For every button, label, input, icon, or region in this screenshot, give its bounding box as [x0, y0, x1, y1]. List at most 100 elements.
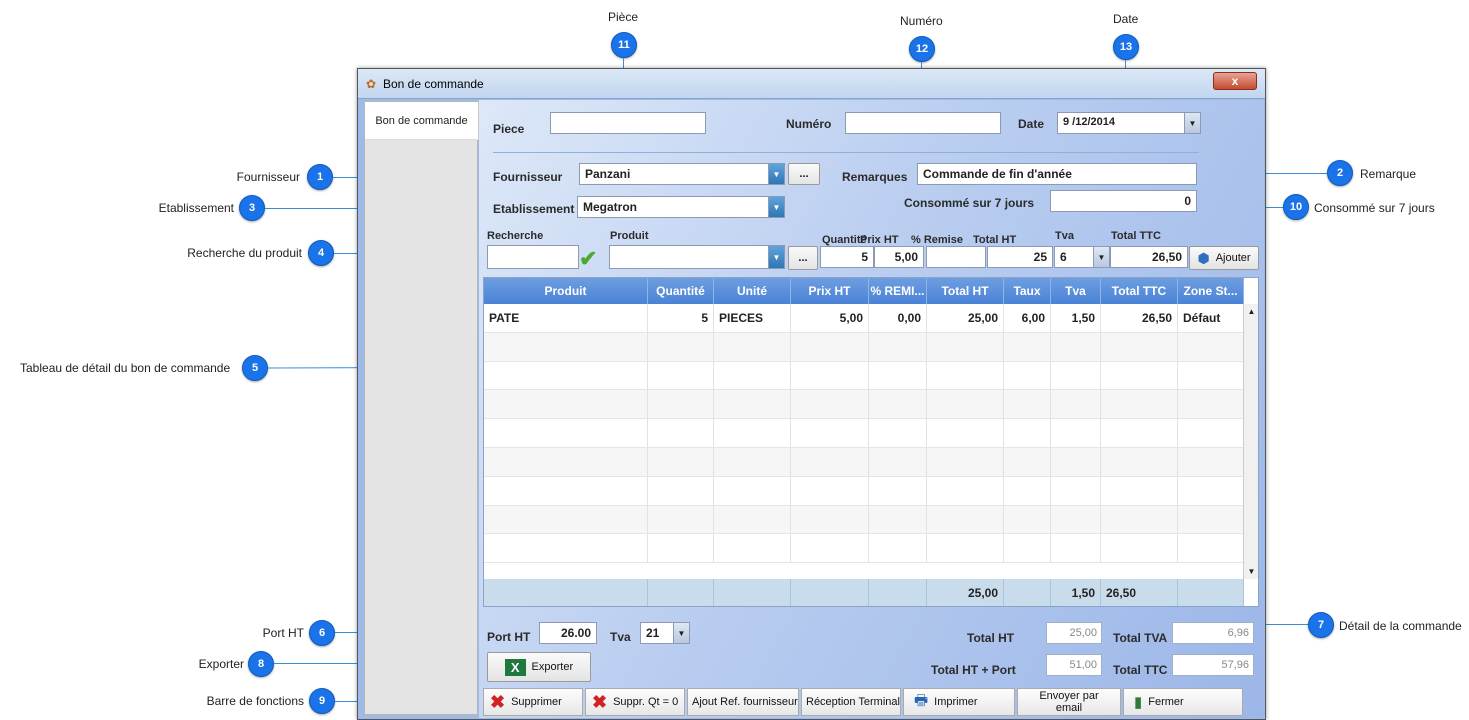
piece-field[interactable]	[550, 112, 706, 134]
column-header[interactable]: Prix HT	[791, 278, 869, 304]
recherche-label: Recherche	[487, 230, 544, 242]
quantite-field[interactable]: 5	[820, 246, 874, 268]
remise-field[interactable]	[926, 246, 986, 268]
etablissement-combo[interactable]: Megatron	[577, 196, 785, 218]
table-cell	[927, 361, 1004, 390]
table-row[interactable]	[484, 534, 1244, 564]
table-cell	[1101, 332, 1178, 361]
table-row[interactable]	[484, 332, 1244, 362]
tab-bon-de-commande[interactable]: Bon de commande	[365, 102, 479, 140]
produit-dropdown-icon[interactable]: ▼	[768, 246, 784, 268]
annotation-label-remarque: Remarque	[1360, 167, 1417, 181]
tva-entry-value: 6	[1060, 250, 1067, 264]
table-cell	[714, 361, 791, 390]
annotation-label-recherche: Recherche du produit	[187, 246, 302, 260]
recherche-field[interactable]	[487, 245, 579, 269]
close-button[interactable]: x	[1213, 72, 1257, 90]
tva-dropdown-icon[interactable]: ▼	[1093, 247, 1109, 267]
table-row[interactable]	[484, 505, 1244, 535]
exporter-button[interactable]: X Exporter	[487, 652, 591, 682]
table-row[interactable]	[484, 476, 1244, 506]
detail-grid[interactable]: Produit Quantité Unité Prix HT% REMI... Tota…	[483, 277, 1259, 607]
date-picker[interactable]: 9 /12/2014	[1057, 112, 1201, 134]
table-cell	[1178, 505, 1244, 534]
scroll-down-icon[interactable]: ▼	[1244, 564, 1258, 579]
footer-cell	[791, 579, 869, 606]
table-cell	[714, 505, 791, 534]
envoyer-button[interactable]: Envoyer par email	[1017, 688, 1121, 716]
consomme-field[interactable]: 0	[1050, 190, 1197, 212]
fermer-button[interactable]: ▮ Fermer	[1123, 688, 1243, 716]
total-ht-port-field: 51,00	[1046, 654, 1102, 676]
reception-button[interactable]: Réception Terminal	[801, 688, 901, 716]
consomme-label: Consommé sur 7 jours	[904, 196, 1035, 210]
produit-browse-button[interactable]: ...	[788, 246, 818, 270]
fournisseur-browse-button[interactable]: ...	[788, 163, 820, 185]
column-header[interactable]: Total TTC	[1101, 278, 1178, 304]
annotation-badge-8: 8	[248, 651, 274, 677]
table-row[interactable]	[484, 361, 1244, 391]
delete-zero-icon: ✖	[592, 692, 608, 712]
totalht-entry-field[interactable]: 25	[987, 246, 1053, 268]
column-header[interactable]: % REMI...	[869, 278, 927, 304]
scroll-up-icon[interactable]: ▲	[1244, 304, 1258, 319]
table-cell	[1101, 390, 1178, 419]
table-cell: PIECES	[714, 304, 791, 332]
numero-field[interactable]	[845, 112, 1001, 134]
annotation-label-consomme: Consommé sur 7 jours	[1314, 201, 1435, 215]
date-dropdown-icon[interactable]: ▼	[1184, 113, 1200, 133]
table-cell: 0,00	[869, 304, 927, 332]
table-cell	[484, 505, 648, 534]
column-header[interactable]: Total HT	[927, 278, 1004, 304]
table-row[interactable]	[484, 419, 1244, 448]
annotation-badge-13: 13	[1113, 34, 1139, 60]
excel-icon: X	[504, 658, 526, 676]
grid-scrollbar[interactable]: ▲ ▼	[1243, 304, 1258, 579]
footer-cell	[648, 579, 714, 606]
table-cell	[927, 534, 1004, 563]
table-cell	[1051, 361, 1101, 390]
footer-cell	[1004, 579, 1051, 606]
port-tva-label: Tva	[610, 630, 631, 644]
port-tva-dropdown-icon[interactable]: ▼	[673, 623, 689, 643]
table-cell	[1101, 476, 1178, 505]
total-ht-label: Total HT	[967, 631, 1015, 645]
table-cell	[791, 447, 869, 476]
ajouter-button[interactable]: ⬢ Ajouter	[1189, 246, 1259, 270]
totalttc-entry-field[interactable]: 26,50	[1110, 246, 1188, 268]
ajout-ref-button[interactable]: Ajout Ref. fournisseur	[687, 688, 799, 716]
door-exit-icon: ▮	[1134, 694, 1143, 711]
column-header[interactable]: Unité	[714, 278, 791, 304]
produit-combo[interactable]	[609, 245, 785, 269]
fournisseur-dropdown-icon[interactable]: ▼	[768, 164, 784, 184]
piece-label: Piece	[493, 122, 525, 136]
validate-check-icon[interactable]: ✔	[579, 248, 597, 270]
reception-label: Réception Terminal	[806, 696, 900, 708]
fournisseur-combo[interactable]: Panzani	[579, 163, 785, 185]
etablissement-dropdown-icon[interactable]: ▼	[768, 197, 784, 217]
table-cell	[869, 419, 927, 447]
annotation-badge-11: 11	[611, 32, 637, 58]
table-cell	[791, 419, 869, 447]
port-field[interactable]: 26.00	[539, 622, 597, 644]
prixht-field[interactable]: 5,00	[874, 246, 924, 268]
table-cell	[648, 476, 714, 505]
column-header[interactable]: Zone St...	[1178, 278, 1244, 304]
suppr-qt0-button[interactable]: ✖ Suppr. Qt = 0	[585, 688, 685, 716]
imprimer-button[interactable]: 🖶 Imprimer	[903, 688, 1015, 716]
supprimer-button[interactable]: ✖ Supprimer	[483, 688, 583, 716]
column-header[interactable]: Taux	[1004, 278, 1051, 304]
table-row[interactable]	[484, 390, 1244, 420]
annotation-badge-4: 4	[308, 240, 334, 266]
ajout-ref-label: Ajout Ref. fournisseur	[692, 696, 798, 708]
table-row[interactable]: PATE 5 PIECES 5,00 0,00 25,00 6,00 1,50 26,50 Déf…	[484, 304, 1244, 333]
column-header[interactable]: Produit	[484, 278, 648, 304]
table-cell	[1051, 476, 1101, 505]
column-header[interactable]: Quantité	[648, 278, 714, 304]
table-cell	[1051, 332, 1101, 361]
remarques-field[interactable]: Commande de fin d'année	[917, 163, 1197, 185]
table-row[interactable]	[484, 447, 1244, 477]
annotation-badge-6: 6	[309, 620, 335, 646]
column-header[interactable]: Tva	[1051, 278, 1101, 304]
total-tva-field: 6,96	[1172, 622, 1254, 644]
